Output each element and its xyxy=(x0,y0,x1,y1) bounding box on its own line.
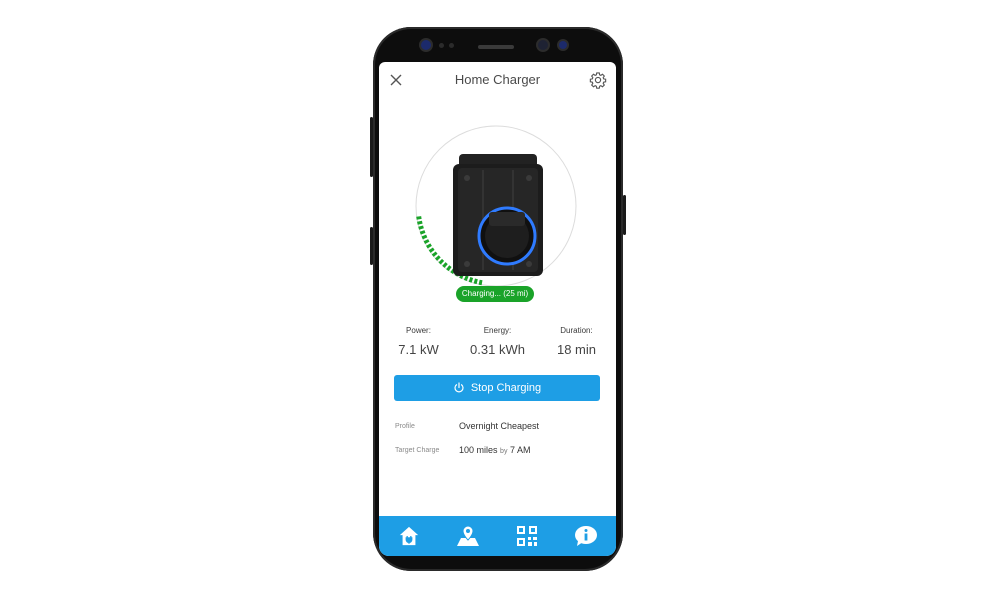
settings-button[interactable] xyxy=(589,71,607,89)
front-camera xyxy=(421,40,431,50)
close-icon xyxy=(390,74,402,86)
stat-duration: Duration: 18 min xyxy=(537,326,616,357)
stat-value: 0.31 kWh xyxy=(470,342,525,357)
stat-power: Power: 7.1 kW xyxy=(379,326,458,357)
bottom-nav xyxy=(379,516,616,556)
nav-map[interactable] xyxy=(454,522,482,550)
stat-value: 18 min xyxy=(556,342,597,357)
info-icon xyxy=(575,526,598,546)
bixby-button xyxy=(370,227,373,265)
stat-label: Energy: xyxy=(483,326,512,335)
stats-row: Power: 7.1 kW Energy: 0.31 kWh Duration:… xyxy=(379,326,616,357)
phone-frame: Home Charger Charging... (25 mi) Power: … xyxy=(370,27,626,571)
proximity-sensor xyxy=(559,41,567,49)
nav-scan[interactable] xyxy=(513,522,541,550)
stat-value: 7.1 kW xyxy=(398,342,439,357)
stat-label: Power: xyxy=(406,326,431,335)
profile-label: Profile xyxy=(395,422,415,430)
sensor-dot xyxy=(439,43,444,48)
page-title: Home Charger xyxy=(454,72,541,87)
home-plug-icon xyxy=(399,526,418,546)
gear-icon xyxy=(589,72,607,89)
nav-home[interactable] xyxy=(395,522,423,550)
stat-energy: Energy: 0.31 kWh xyxy=(458,326,537,357)
volume-button xyxy=(370,117,373,177)
map-pin-icon xyxy=(456,525,479,546)
close-button[interactable] xyxy=(388,72,404,88)
stop-charging-button[interactable]: Stop Charging xyxy=(394,375,600,401)
power-icon xyxy=(454,382,464,393)
target-charge-label: Target Charge xyxy=(395,446,440,454)
nav-info[interactable] xyxy=(572,522,600,550)
stop-charging-label: Stop Charging xyxy=(470,382,542,394)
target-time: 7 AM xyxy=(509,445,531,455)
target-amount: 100 miles xyxy=(459,445,498,455)
app-screen: Home Charger Charging... (25 mi) Power: … xyxy=(379,62,616,556)
power-button xyxy=(623,195,626,235)
stat-label: Duration: xyxy=(560,326,593,335)
charger-device-image xyxy=(453,154,543,276)
charging-status-badge: Charging... (25 mi) xyxy=(456,286,534,302)
sensor-dot xyxy=(449,43,454,48)
target-by: by xyxy=(500,448,508,455)
top-bar: Home Charger xyxy=(379,62,616,98)
target-charge-value: 100 miles by 7 AM xyxy=(459,445,530,455)
iris-camera xyxy=(538,40,548,50)
target-charge-row[interactable]: Target Charge 100 miles by 7 AM xyxy=(395,445,615,455)
earpiece-speaker xyxy=(478,45,514,49)
qr-code-icon xyxy=(517,526,538,546)
profile-value: Overnight Cheapest xyxy=(459,421,540,431)
profile-row[interactable]: Profile Overnight Cheapest xyxy=(395,421,615,431)
